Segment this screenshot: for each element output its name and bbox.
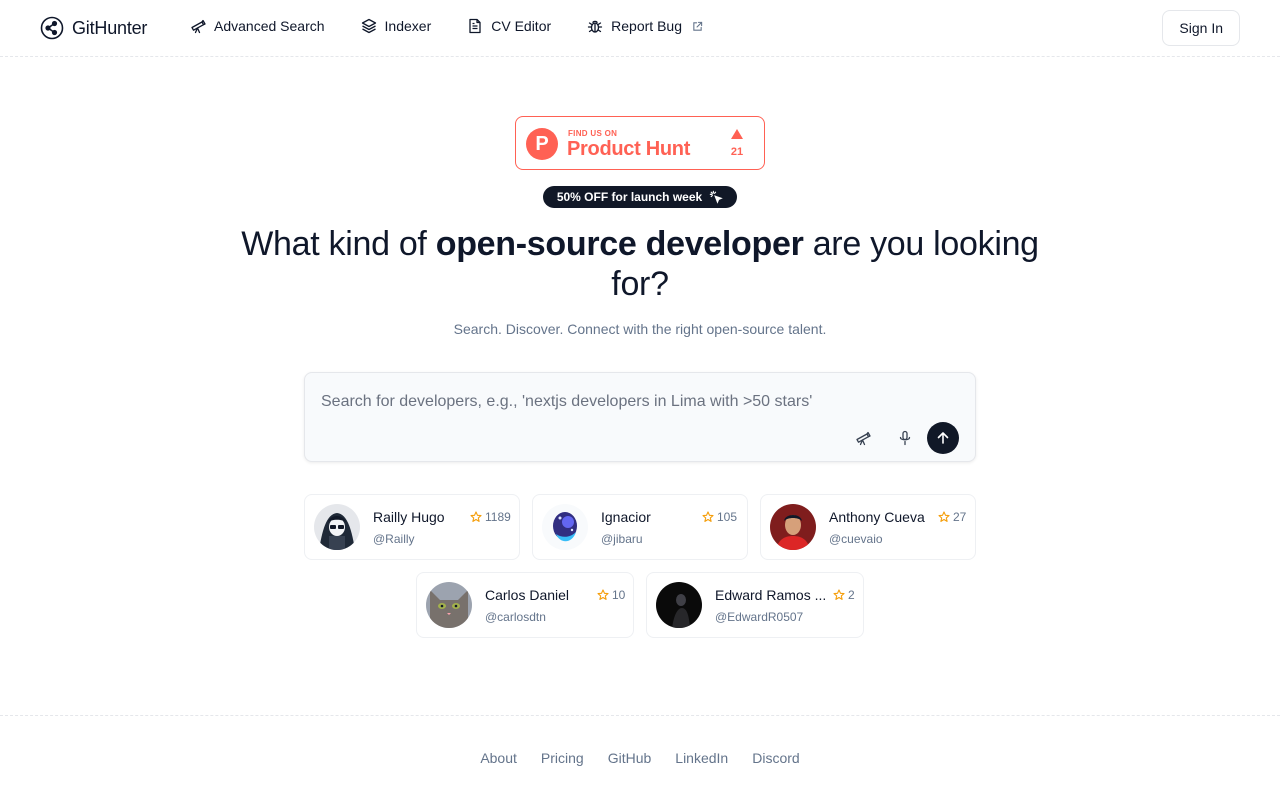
developer-card[interactable]: Carlos Daniel @carlosdtn 10 (416, 572, 634, 638)
logo-text: GitHunter (72, 17, 148, 38)
star-count: 2 (833, 588, 855, 602)
avatar (770, 504, 816, 550)
external-link-icon (693, 21, 703, 31)
microphone-icon (899, 430, 911, 446)
footer-link-linkedin[interactable]: LinkedIn (675, 750, 728, 766)
layers-icon (361, 18, 376, 34)
avatar-image-icon (656, 582, 702, 628)
developer-name: Ignacior (601, 509, 651, 525)
top-header: GitHunter Advanced Search Indexer CV Edi… (0, 0, 1280, 57)
developer-handle: @EdwardR0507 (715, 610, 804, 624)
main-nav: Advanced Search Indexer CV Editor Report… (190, 18, 703, 34)
nav-indexer-label: Indexer (384, 18, 432, 34)
avatar (426, 582, 472, 628)
nav-indexer[interactable]: Indexer (361, 18, 432, 34)
logo[interactable]: GitHunter (40, 16, 147, 40)
nav-cv-editor[interactable]: CV Editor (467, 18, 551, 34)
developer-card[interactable]: Railly Hugo @Railly 1189 (304, 494, 520, 560)
telescope-icon (191, 19, 206, 34)
avatar (656, 582, 702, 628)
star-count-value: 27 (953, 510, 967, 524)
logo-icon (40, 16, 64, 40)
headline-pre: What kind of (241, 225, 436, 263)
nav-advanced-search-label: Advanced Search (214, 18, 325, 34)
developer-card[interactable]: Edward Ramos ... @EdwardR0507 2 (646, 572, 864, 638)
developer-name: Railly Hugo (373, 509, 445, 525)
avatar (314, 504, 360, 550)
star-count: 27 (938, 510, 966, 524)
nav-cv-editor-label: CV Editor (491, 18, 552, 34)
star-count: 10 (597, 588, 625, 602)
page-headline: What kind of open-source developer are y… (240, 224, 1040, 304)
promo-text: 50% OFF for launch week (556, 190, 703, 204)
nav-report-bug-label: Report Bug (611, 18, 682, 34)
star-count-value: 105 (717, 510, 738, 524)
upvote-count: 21 (730, 146, 744, 158)
star-icon (702, 511, 714, 522)
footer-links: About Pricing GitHub LinkedIn Discord (0, 750, 1280, 766)
star-icon (938, 511, 950, 522)
avatar-image-icon (542, 504, 588, 550)
voice-input-button[interactable] (889, 422, 921, 454)
product-hunt-logo-icon: P (526, 128, 558, 160)
upvote-triangle-icon (731, 129, 743, 139)
developer-name: Edward Ramos ... (715, 587, 827, 603)
submit-search-button[interactable] (927, 422, 959, 454)
footer: About Pricing GitHub LinkedIn Discord (0, 715, 1280, 800)
star-count: 1189 (470, 510, 511, 524)
search-box (304, 372, 976, 462)
search-input[interactable] (321, 391, 961, 413)
nav-report-bug[interactable]: Report Bug (587, 18, 703, 34)
sign-in-button[interactable]: Sign In (1162, 10, 1240, 46)
developer-handle: @jibaru (601, 532, 643, 546)
product-hunt-badge[interactable]: P FIND US ON Product Hunt 21 (515, 116, 765, 170)
developer-card[interactable]: Ignacior @jibaru 105 (532, 494, 748, 560)
avatar-image-icon (314, 504, 360, 550)
avatar-image-icon (770, 504, 816, 550)
star-icon (833, 589, 845, 600)
telescope-icon (856, 431, 871, 446)
avatar (542, 504, 588, 550)
bug-icon (588, 20, 603, 33)
developer-handle: @Railly (373, 532, 415, 546)
developer-name: Anthony Cueva (829, 509, 925, 525)
star-count: 105 (702, 510, 737, 524)
headline-bold: open-source developer (435, 225, 804, 263)
sparkle-cursor-icon (709, 190, 723, 204)
developer-name: Carlos Daniel (485, 587, 570, 603)
developer-card[interactable]: Anthony Cueva @cuevaio 27 (760, 494, 976, 560)
star-count-value: 2 (848, 588, 855, 602)
nav-advanced-search[interactable]: Advanced Search (190, 18, 325, 34)
star-icon (470, 511, 482, 522)
footer-link-discord[interactable]: Discord (752, 750, 799, 766)
promo-badge: 50% OFF for launch week (543, 186, 737, 208)
advanced-search-button[interactable] (847, 422, 879, 454)
product-hunt-big-text: Product Hunt (567, 138, 691, 160)
arrow-up-icon (937, 432, 949, 444)
footer-link-github[interactable]: GitHub (608, 750, 652, 766)
star-icon (597, 589, 609, 600)
star-count-value: 1189 (485, 510, 511, 524)
avatar-image-icon (426, 582, 472, 628)
developer-handle: @carlosdtn (485, 610, 546, 624)
footer-link-about[interactable]: About (480, 750, 517, 766)
document-icon (469, 18, 481, 34)
product-hunt-small-text: FIND US ON (568, 129, 618, 138)
developer-handle: @cuevaio (829, 532, 883, 546)
page-subtitle: Search. Discover. Connect with the right… (453, 321, 827, 337)
footer-link-pricing[interactable]: Pricing (541, 750, 584, 766)
star-count-value: 10 (612, 588, 626, 602)
